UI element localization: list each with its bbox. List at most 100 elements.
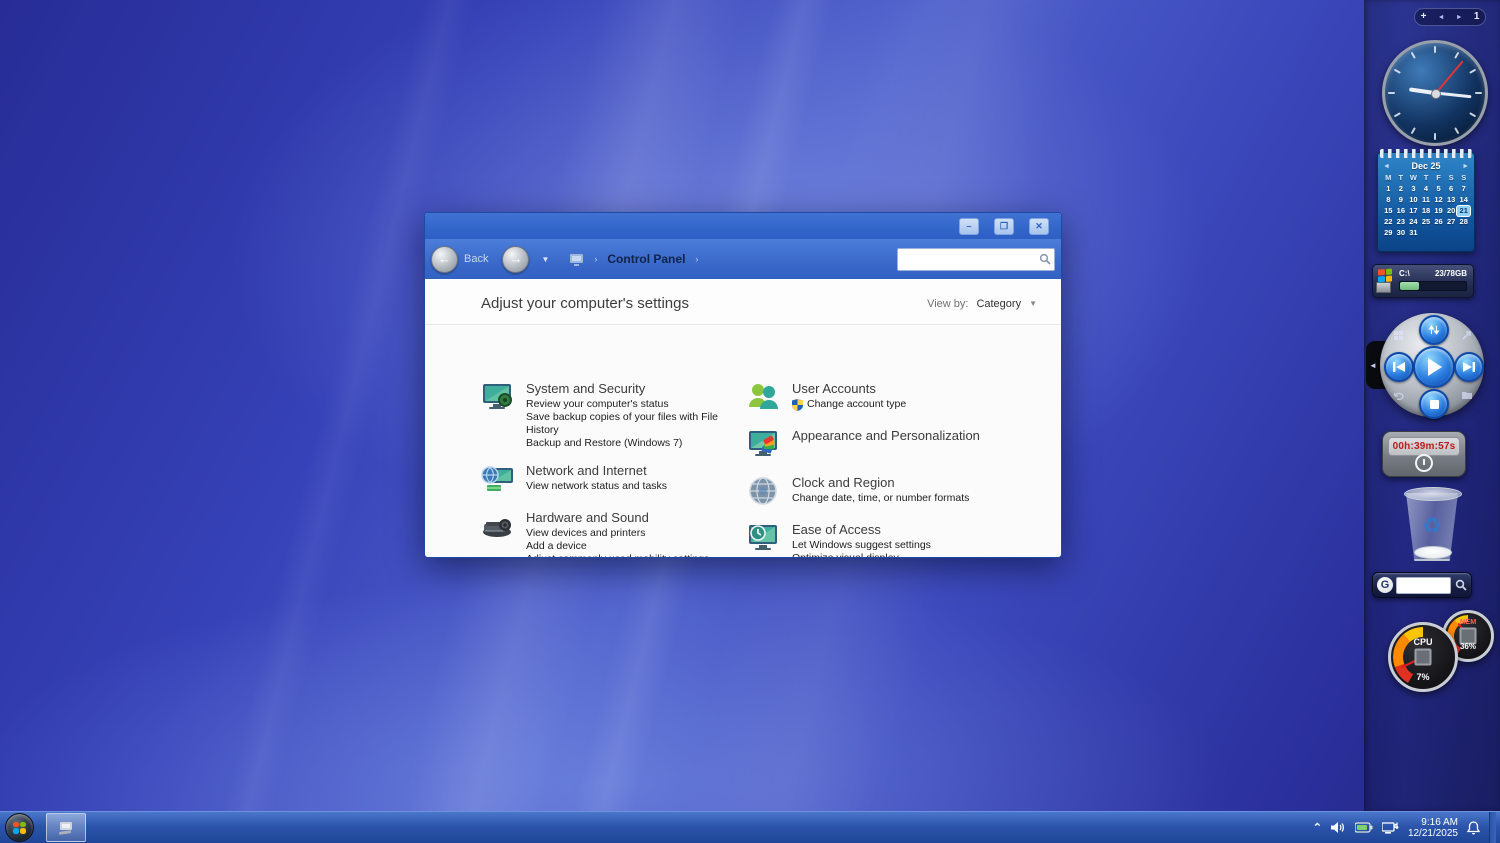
category-task[interactable]: Adjust commonly used mobility settings	[526, 553, 709, 557]
calendar-cell[interactable]: 11	[1420, 195, 1433, 205]
media-next-button[interactable]	[1454, 352, 1484, 382]
play-icon	[1428, 358, 1442, 376]
show-desktop-button[interactable]	[1489, 812, 1496, 843]
calendar-cell[interactable]: 14	[1457, 195, 1470, 205]
category-title[interactable]: User Accounts	[792, 381, 906, 396]
ease-of-access-icon	[749, 525, 777, 550]
recycle-bin-paper	[1414, 546, 1452, 559]
category-title[interactable]: Clock and Region	[792, 475, 969, 490]
category-task[interactable]: View devices and printers	[526, 527, 709, 540]
control-panel-home: Adjust your computer's settings View by:…	[425, 279, 1061, 557]
calendar-cell[interactable]: 4	[1420, 184, 1433, 194]
calendar-cell[interactable]: 12	[1432, 195, 1445, 205]
category-title[interactable]: Hardware and Sound	[526, 510, 709, 525]
calendar-next-button[interactable]: ►	[1462, 163, 1469, 170]
user-accounts-icon	[749, 384, 778, 409]
pager-next-button[interactable]: ►	[1456, 14, 1463, 21]
calendar-cell[interactable]: 21	[1457, 206, 1470, 216]
recycle-bin[interactable]: ♻	[1402, 487, 1462, 563]
maximize-button[interactable]: ❐	[994, 217, 1014, 235]
search-button[interactable]	[1036, 253, 1054, 265]
category-title[interactable]: Network and Internet	[526, 463, 667, 478]
calendar-cell[interactable]: 3	[1407, 184, 1420, 194]
category-title[interactable]: Ease of Access	[792, 522, 931, 537]
media-stop-button[interactable]	[1419, 389, 1449, 419]
calendar-cell[interactable]: 29	[1382, 228, 1395, 238]
media-shuffle-button[interactable]	[1419, 315, 1449, 345]
calendar-cell[interactable]: 10	[1407, 195, 1420, 205]
calendar-day-header: F	[1436, 173, 1441, 182]
calendar-cell[interactable]: 24	[1407, 217, 1420, 227]
volume-icon[interactable]	[1330, 821, 1346, 834]
start-button[interactable]	[5, 813, 34, 842]
pager-prev-button[interactable]: ◄	[1438, 14, 1445, 21]
category-task[interactable]: Change date, time, or number formats	[792, 492, 969, 505]
gadget-search-button[interactable]	[1454, 579, 1467, 592]
close-button[interactable]: ✕	[1029, 217, 1049, 235]
forward-button[interactable]: →	[502, 245, 530, 273]
calendar-cell[interactable]: 8	[1382, 195, 1395, 205]
media-play-button[interactable]	[1413, 346, 1455, 388]
breadcrumb[interactable]: Control Panel	[607, 252, 685, 266]
taskbar-app-control-panel[interactable]	[46, 813, 86, 842]
calendar-cell[interactable]: 31	[1407, 228, 1420, 238]
calendar-cell[interactable]: 15	[1382, 206, 1395, 216]
media-previous-button[interactable]	[1384, 352, 1414, 382]
drive-meter-gadget[interactable]: C:\ 23/78GB	[1372, 264, 1474, 298]
category-task[interactable]: Save backup copies of your files with Fi…	[526, 411, 735, 437]
view-by-dropdown[interactable]: Category	[976, 298, 1021, 310]
calendar-cell[interactable]: 13	[1445, 195, 1458, 205]
category-title[interactable]: Appearance and Personalization	[792, 428, 980, 443]
category-task[interactable]: Optimize visual display	[792, 552, 931, 557]
tray-overflow-chevron[interactable]: ⌃	[1313, 821, 1322, 834]
clock-center-dot	[1431, 89, 1441, 99]
calendar-cell[interactable]: 1	[1382, 184, 1395, 194]
calendar-cell[interactable]: 18	[1420, 206, 1433, 216]
calendar-cell[interactable]: 28	[1457, 217, 1470, 227]
memory-gauge-label: MEM	[1459, 619, 1477, 626]
calendar-cell[interactable]: 2	[1395, 184, 1408, 194]
calendar-prev-button[interactable]: ◄	[1383, 163, 1390, 170]
breadcrumb-separator: ›	[695, 254, 699, 264]
calendar-cell[interactable]: 19	[1432, 206, 1445, 216]
clock-gadget[interactable]	[1382, 40, 1488, 146]
calendar-cell[interactable]: 16	[1395, 206, 1408, 216]
calendar-cell[interactable]: 22	[1382, 217, 1395, 227]
calendar-day-header: T	[1423, 173, 1429, 182]
sidebar-pager: + ◄ ► 1	[1414, 8, 1486, 26]
calendar-cell[interactable]: 6	[1445, 184, 1458, 194]
calendar-cell[interactable]: 5	[1432, 184, 1445, 194]
calendar-spiral-binding	[1380, 149, 1472, 158]
calendar-cell[interactable]: 27	[1445, 217, 1458, 227]
calendar-cell[interactable]: 9	[1395, 195, 1408, 205]
calendar-cell[interactable]: 20	[1445, 206, 1458, 216]
category-task[interactable]: Add a device	[526, 540, 709, 553]
calendar-cell[interactable]: 26	[1432, 217, 1445, 227]
battery-icon[interactable]	[1354, 822, 1373, 833]
calendar-cell[interactable]: 17	[1407, 206, 1420, 216]
category-task[interactable]: Review your computer's status	[526, 398, 735, 411]
calendar-cell[interactable]: 30	[1395, 228, 1408, 238]
back-button[interactable]: ←	[431, 245, 458, 273]
recent-pages-dropdown[interactable]: ▼	[541, 255, 549, 264]
add-gadget-button[interactable]: +	[1421, 12, 1427, 22]
window-title-bar[interactable]: – ❐ ✕	[425, 213, 1061, 239]
category-task[interactable]: Change account type	[792, 398, 906, 411]
calendar-cell[interactable]: 23	[1395, 217, 1408, 227]
control-panel-app-icon	[59, 821, 72, 835]
category-task[interactable]: Backup and Restore (Windows 7)	[526, 437, 735, 450]
calendar-gadget[interactable]: ◄ Dec 25 ► M T W T F S S 1 2 3 4 5 6 7 8 9 10 11 12 13 14 15 1…	[1377, 149, 1475, 252]
category-task[interactable]: View network status and tasks	[526, 480, 667, 493]
taskbar: ⌃ 9:16 AM 12/21/2025	[0, 811, 1500, 843]
control-panel-search-input[interactable]	[898, 251, 1036, 267]
calendar-cell[interactable]: 7	[1457, 184, 1470, 194]
category-task[interactable]: Let Windows suggest settings	[792, 539, 931, 552]
taskbar-clock[interactable]: 9:16 AM 12/21/2025	[1408, 817, 1458, 839]
minimize-button[interactable]: –	[959, 217, 979, 235]
timer-power-button[interactable]	[1415, 454, 1433, 472]
gadget-search-input[interactable]	[1396, 576, 1451, 594]
calendar-cell[interactable]: 25	[1420, 217, 1433, 227]
notifications-bell-icon[interactable]	[1467, 820, 1480, 835]
network-icon[interactable]	[1381, 821, 1399, 835]
category-title[interactable]: System and Security	[526, 381, 735, 396]
